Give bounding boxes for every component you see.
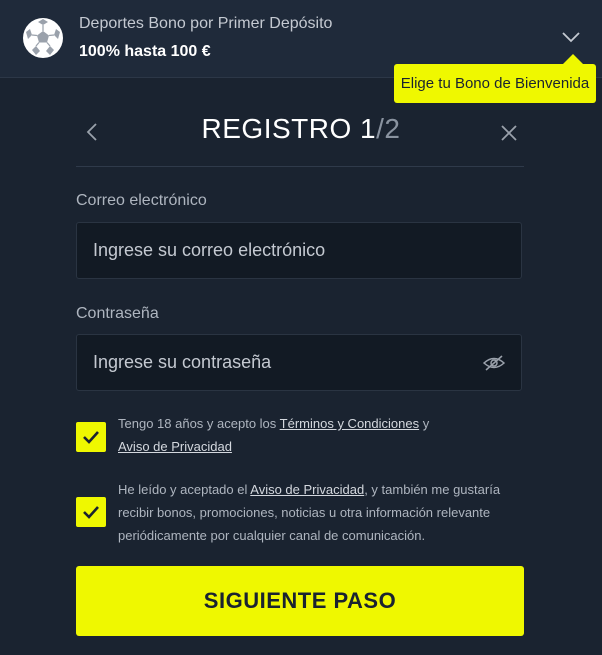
next-step-button[interactable]: SIGUIENTE PASO bbox=[76, 566, 524, 636]
privacy-link[interactable]: Aviso de Privacidad bbox=[118, 439, 232, 454]
tooltip-arrow bbox=[563, 54, 583, 64]
eye-hidden-icon[interactable] bbox=[483, 354, 505, 372]
close-icon[interactable] bbox=[500, 124, 518, 142]
marketing-checkbox[interactable] bbox=[76, 497, 106, 527]
terms-middle: y bbox=[419, 416, 430, 431]
page-title: REGISTRO 1/2 bbox=[120, 113, 482, 145]
terms-text: Tengo 18 años y acepto los Términos y Co… bbox=[118, 412, 518, 458]
email-field[interactable] bbox=[76, 222, 522, 279]
soccer-ball-icon bbox=[23, 18, 63, 58]
checkmark-icon bbox=[83, 431, 99, 444]
bonus-title: Deportes Bono por Primer Depósito bbox=[79, 15, 333, 32]
password-field[interactable] bbox=[76, 334, 522, 391]
checkmark-icon bbox=[83, 506, 99, 519]
step-total: /2 bbox=[376, 113, 401, 144]
email-label: Correo electrónico bbox=[76, 192, 207, 209]
privacy-link-2[interactable]: Aviso de Privacidad bbox=[250, 482, 364, 497]
bonus-amount: 100% hasta 100 € bbox=[79, 43, 211, 60]
terms-checkbox[interactable] bbox=[76, 422, 106, 452]
chevron-left-icon[interactable] bbox=[84, 122, 100, 142]
step-current: REGISTRO 1 bbox=[201, 113, 377, 144]
chevron-down-icon[interactable] bbox=[562, 30, 580, 44]
marketing-prefix: He leído y aceptado el bbox=[118, 482, 251, 497]
terms-link[interactable]: Términos y Condiciones bbox=[280, 416, 419, 431]
bonus-tooltip: Elige tu Bono de Bienvenida bbox=[394, 64, 596, 103]
password-label: Contraseña bbox=[76, 305, 159, 322]
terms-prefix: Tengo 18 años y acepto los bbox=[118, 416, 280, 431]
marketing-text: He leído y aceptado el Aviso de Privacid… bbox=[118, 478, 518, 547]
header-divider bbox=[76, 166, 524, 167]
